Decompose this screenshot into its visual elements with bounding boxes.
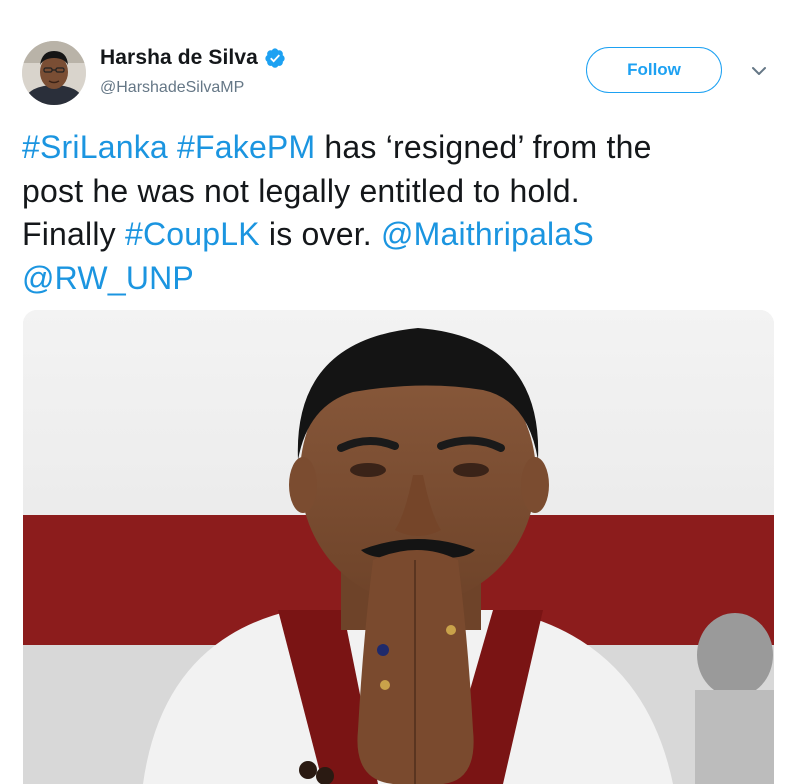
hashtag-link[interactable]: #CoupLK (125, 216, 260, 252)
author-name-row[interactable]: Harsha de Silva (100, 44, 286, 72)
author-handle[interactable]: @HarshadeSilvaMP (100, 79, 244, 97)
follow-button[interactable]: Follow (586, 47, 722, 93)
verified-badge-icon (264, 47, 286, 69)
chevron-down-icon[interactable] (749, 64, 769, 78)
tweet-line-3: Finally #CoupLK is over. @MaithripalaS (22, 213, 782, 257)
mention-link[interactable]: @RW_UNP (22, 260, 194, 296)
avatar-photo-icon (22, 41, 86, 105)
photo-man-praying-hands-icon (23, 310, 774, 784)
tweet-text-fragment: has ‘resigned’ from the (315, 129, 652, 165)
tweet-line-2: post he was not legally entitled to hold… (22, 170, 782, 214)
avatar[interactable] (22, 41, 86, 105)
tweet-text-fragment (168, 129, 177, 165)
mention-link[interactable]: @MaithripalaS (381, 216, 594, 252)
tweet-text: #SriLanka #FakePM has ‘resigned’ from th… (22, 126, 782, 300)
tweet-text-fragment: is over. (259, 216, 381, 252)
tweet-text-fragment: post he was not legally entitled to hold… (22, 172, 580, 209)
hashtag-link[interactable]: #FakePM (177, 129, 315, 165)
author-display-name[interactable]: Harsha de Silva (100, 46, 258, 70)
hashtag-link[interactable]: #SriLanka (22, 129, 168, 165)
tweet-line-4: @RW_UNP (22, 257, 782, 301)
tweet-media-photo[interactable] (23, 310, 774, 784)
tweet-line-1: #SriLanka #FakePM has ‘resigned’ from th… (22, 126, 782, 170)
tweet-text-fragment: Finally (22, 216, 125, 252)
tweet-card: Harsha de Silva @HarshadeSilvaMP Follow … (0, 0, 800, 784)
